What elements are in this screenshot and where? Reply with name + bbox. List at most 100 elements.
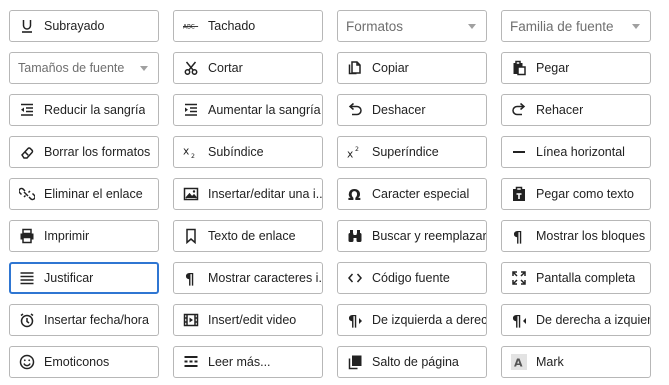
option-label: Línea horizontal xyxy=(536,145,625,159)
mostrar-los-bloques-option[interactable]: ¶ Mostrar los bloques xyxy=(501,220,651,252)
de-derecha-a-izquier-option[interactable]: ¶ De derecha a izquier... xyxy=(501,304,651,336)
pegar-option[interactable]: Pegar xyxy=(501,52,651,84)
caracter-especial-option[interactable]: Ω Caracter especial xyxy=(337,178,487,210)
option-label: Caracter especial xyxy=(372,187,470,201)
svg-text:2: 2 xyxy=(191,153,195,160)
mostrar-caracteres-i-option[interactable]: ¶ Mostrar caracteres i... xyxy=(173,262,323,294)
subscript-icon: x2 xyxy=(183,144,199,160)
option-label: Insert/edit video xyxy=(208,313,297,327)
rehacer-option[interactable]: Rehacer xyxy=(501,94,651,126)
option-label: Mark xyxy=(536,355,564,369)
emoticonos-option[interactable]: Emoticonos xyxy=(9,346,159,378)
linea-horizontal-option[interactable]: Línea horizontal xyxy=(501,136,651,168)
option-label: Salto de página xyxy=(372,355,459,369)
alarm-clock-icon xyxy=(19,312,35,328)
texto-de-enlace-option[interactable]: Texto de enlace xyxy=(173,220,323,252)
option-label: Tachado xyxy=(208,19,256,33)
insert-edit-video-option[interactable]: Insert/edit video xyxy=(173,304,323,336)
option-label: Eliminar el enlace xyxy=(44,187,143,201)
formatos-dropdown[interactable]: Formatos xyxy=(337,10,487,42)
subindice-option[interactable]: x 2 Subíndice xyxy=(173,136,323,168)
chevron-down-icon xyxy=(140,66,148,71)
svg-text:A: A xyxy=(514,357,523,370)
underline-icon xyxy=(19,18,35,34)
svg-text:x: x xyxy=(183,145,189,158)
deshacer-option[interactable]: Deshacer xyxy=(337,94,487,126)
option-label: Deshacer xyxy=(372,103,426,117)
eraser-icon xyxy=(19,144,35,160)
option-label: Pantalla completa xyxy=(536,271,636,285)
ltr-icon: ¶ xyxy=(347,312,363,328)
svg-text:x: x xyxy=(347,147,353,160)
imprimir-option[interactable]: Imprimir xyxy=(9,220,159,252)
de-izquierda-a-derec-option[interactable]: ¶ De izquierda a derec... xyxy=(337,304,487,336)
align-justify-icon xyxy=(19,270,35,286)
copiar-option[interactable]: Copiar xyxy=(337,52,487,84)
cortar-option[interactable]: Cortar xyxy=(173,52,323,84)
copy-icon xyxy=(347,60,363,76)
option-label: Rehacer xyxy=(536,103,584,117)
svg-text:¶: ¶ xyxy=(185,270,195,286)
eliminar-el-enlace-option[interactable]: Eliminar el enlace xyxy=(9,178,159,210)
binoculars-icon xyxy=(347,228,363,244)
image-icon xyxy=(183,186,199,202)
outdent-icon xyxy=(19,102,35,118)
option-label: Leer más... xyxy=(208,355,271,369)
undo-icon xyxy=(347,102,363,118)
pegar-como-texto-option[interactable]: Pegar como texto xyxy=(501,178,651,210)
borrar-los-formatos-option[interactable]: Borrar los formatos xyxy=(9,136,159,168)
salto-de-pagina-option[interactable]: Salto de página xyxy=(337,346,487,378)
option-label: Justificar xyxy=(44,271,94,285)
subrayado-option[interactable]: Subrayado xyxy=(9,10,159,42)
omega-icon: Ω xyxy=(347,186,363,202)
option-label: Imprimir xyxy=(44,229,90,243)
option-label: Pegar xyxy=(536,61,570,75)
option-label: Insertar/editar una i... xyxy=(208,187,322,201)
indent-icon xyxy=(183,102,199,118)
smiley-icon xyxy=(19,354,35,370)
option-label: Reducir la sangría xyxy=(44,103,146,117)
pilcrow-icon: ¶ xyxy=(511,228,527,244)
rtl-icon: ¶ xyxy=(511,312,527,328)
mark-icon: A xyxy=(511,354,527,370)
option-label: Mostrar caracteres i... xyxy=(208,271,322,285)
pilcrow-icon: ¶ xyxy=(183,270,199,286)
option-label: Código fuente xyxy=(372,271,450,285)
fullscreen-icon xyxy=(511,270,527,286)
insertar-editar-una-i-option[interactable]: Insertar/editar una i... xyxy=(173,178,323,210)
mark-option[interactable]: A Mark xyxy=(501,346,651,378)
code-icon xyxy=(347,270,363,286)
superindice-option[interactable]: x 2 Superíndice xyxy=(337,136,487,168)
horizontal-line-icon xyxy=(511,144,527,160)
option-label: Buscar y reemplazar xyxy=(372,229,486,243)
paste-text-icon xyxy=(511,186,527,202)
option-label: De izquierda a derec... xyxy=(372,313,486,327)
option-label: Emoticonos xyxy=(44,355,110,369)
svg-text:¶: ¶ xyxy=(513,228,523,244)
buscar-y-reemplazar-option[interactable]: Buscar y reemplazar xyxy=(337,220,487,252)
read-more-icon xyxy=(183,354,199,370)
aumentar-la-sangria-option[interactable]: Aumentar la sangría xyxy=(173,94,323,126)
insertar-fecha-hora-option[interactable]: Insertar fecha/hora xyxy=(9,304,159,336)
tamanos-de-fuente-dropdown[interactable]: Tamaños de fuente xyxy=(9,52,159,84)
option-label: Texto de enlace xyxy=(208,229,296,243)
justificar-option[interactable]: Justificar xyxy=(9,262,159,294)
pantalla-completa-option[interactable]: Pantalla completa xyxy=(501,262,651,294)
print-icon xyxy=(19,228,35,244)
option-label: Copiar xyxy=(372,61,409,75)
svg-text:¶: ¶ xyxy=(512,312,522,328)
reducir-la-sangria-option[interactable]: Reducir la sangría xyxy=(9,94,159,126)
svg-text:2: 2 xyxy=(355,146,359,153)
option-label: Mostrar los bloques xyxy=(536,229,646,243)
bookmark-icon xyxy=(183,228,199,244)
svg-text:Ω: Ω xyxy=(348,186,361,202)
codigo-fuente-option[interactable]: Código fuente xyxy=(337,262,487,294)
dropdown-placeholder: Formatos xyxy=(346,18,404,34)
chevron-down-icon xyxy=(632,24,640,29)
unlink-icon xyxy=(19,186,35,202)
leer-mas-option[interactable]: Leer más... xyxy=(173,346,323,378)
option-label: Subíndice xyxy=(208,145,264,159)
familia-de-fuente-dropdown[interactable]: Familia de fuente xyxy=(501,10,651,42)
option-label: Superíndice xyxy=(372,145,439,159)
tachado-option[interactable]: ABC Tachado xyxy=(173,10,323,42)
